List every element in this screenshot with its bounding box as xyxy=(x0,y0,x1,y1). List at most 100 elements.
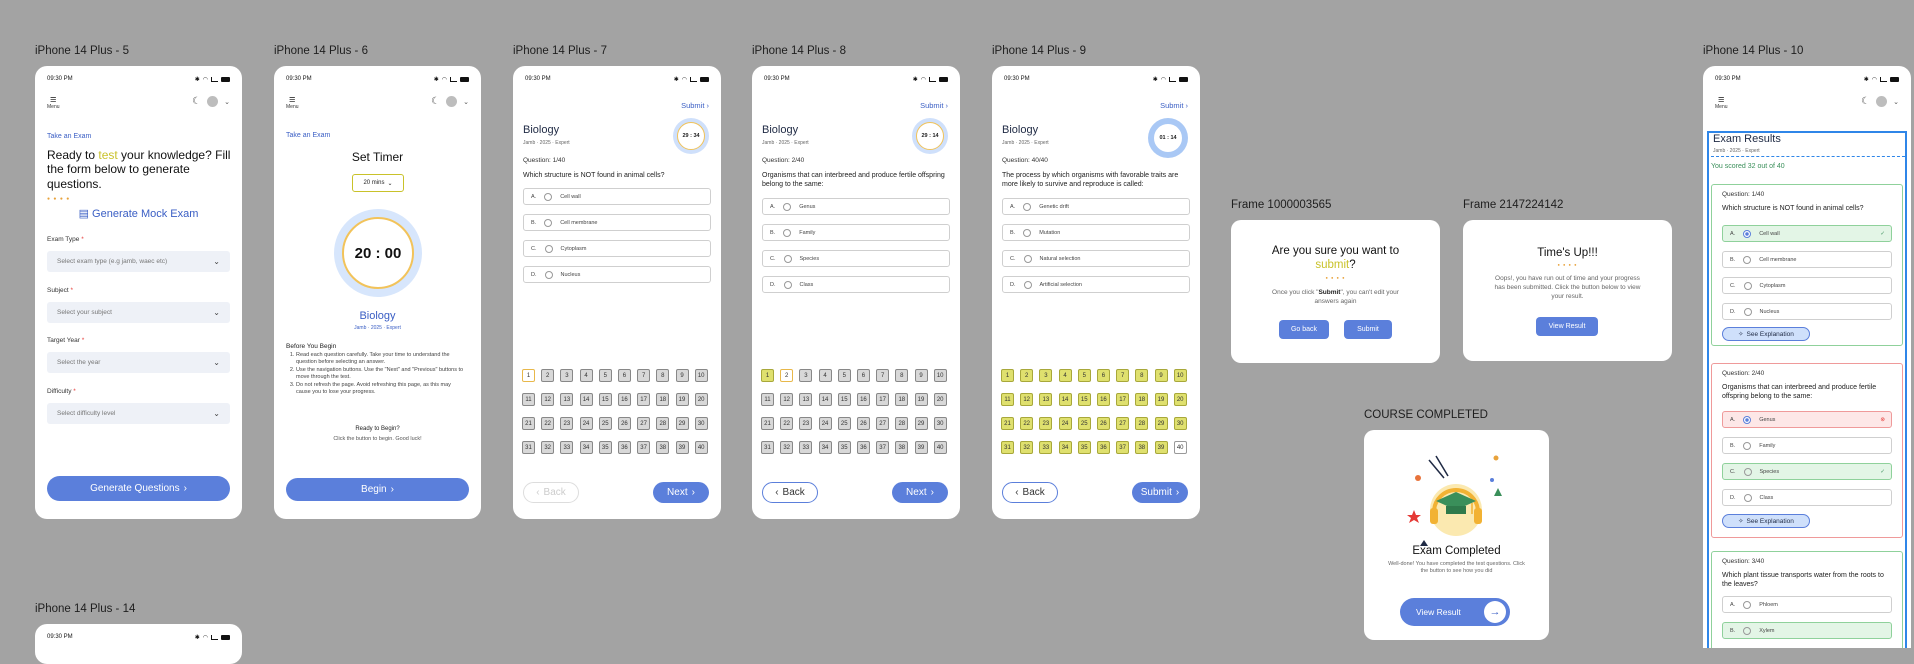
question-nav-cell[interactable]: 34 xyxy=(1058,441,1072,454)
option-a[interactable]: A. Genetic drift xyxy=(1002,198,1190,215)
question-nav-cell[interactable]: 29 xyxy=(1154,417,1168,430)
question-nav-cell[interactable]: 10 xyxy=(694,369,708,382)
moon-icon[interactable]: ☾ xyxy=(192,96,201,107)
question-nav-cell[interactable]: 30 xyxy=(1173,417,1187,430)
question-nav-cell[interactable]: 14 xyxy=(579,393,593,406)
avatar[interactable] xyxy=(207,96,219,107)
back-button[interactable]: ‹ Back xyxy=(523,482,579,503)
question-nav-cell[interactable]: 11 xyxy=(522,393,535,406)
question-nav-cell[interactable]: 13 xyxy=(560,393,574,406)
question-nav-cell[interactable]: 26 xyxy=(1096,417,1110,430)
question-nav-cell[interactable]: 15 xyxy=(1077,393,1091,406)
difficulty-select[interactable]: Select difficulty level ⌄ xyxy=(47,403,230,424)
question-nav-cell[interactable]: 25 xyxy=(837,417,851,430)
question-nav-cell[interactable]: 6 xyxy=(856,369,870,382)
submit-button[interactable]: Submit › xyxy=(1132,482,1188,503)
question-nav-cell[interactable]: 4 xyxy=(579,369,593,382)
question-nav-cell[interactable]: 21 xyxy=(522,417,535,430)
question-nav-cell[interactable]: 8 xyxy=(656,369,670,382)
question-nav-cell[interactable]: 27 xyxy=(637,417,651,430)
avatar[interactable] xyxy=(446,96,458,107)
option-a[interactable]: A. Cell wall xyxy=(523,188,711,205)
back-button[interactable]: ‹ Back xyxy=(1002,482,1058,503)
question-nav-cell[interactable]: 14 xyxy=(1058,393,1072,406)
question-nav-cell[interactable]: 40 xyxy=(1173,441,1187,454)
question-nav-cell[interactable]: 35 xyxy=(837,441,851,454)
submit-link[interactable]: Submit › xyxy=(681,101,709,110)
breadcrumb[interactable]: Take an Exam xyxy=(47,133,91,140)
question-nav-cell[interactable]: 1 xyxy=(522,369,535,382)
confirm-submit-button[interactable]: Submit xyxy=(1344,320,1392,339)
question-nav-cell[interactable]: 5 xyxy=(1077,369,1091,382)
question-nav-cell[interactable]: 7 xyxy=(1116,369,1130,382)
question-nav-cell[interactable]: 1 xyxy=(1001,369,1014,382)
question-nav-cell[interactable]: 9 xyxy=(1154,369,1168,382)
question-nav-cell[interactable]: 25 xyxy=(598,417,612,430)
question-nav-cell[interactable]: 39 xyxy=(914,441,928,454)
option-d[interactable]: D. Artificial selection xyxy=(1002,276,1190,293)
question-nav-cell[interactable]: 9 xyxy=(675,369,689,382)
menu-button[interactable]: ≡ Menu xyxy=(1715,95,1728,111)
option-b[interactable]: B. Mutation xyxy=(1002,224,1190,241)
question-nav-cell[interactable]: 23 xyxy=(1039,417,1053,430)
question-nav-cell[interactable]: 26 xyxy=(856,417,870,430)
question-nav-cell[interactable]: 31 xyxy=(522,441,535,454)
option-a[interactable]: A. Genus xyxy=(762,198,950,215)
view-result-button[interactable]: View Result → xyxy=(1400,598,1510,626)
chevron-down-icon[interactable]: ⌄ xyxy=(463,98,469,106)
question-nav-cell[interactable]: 8 xyxy=(895,369,909,382)
breadcrumb[interactable]: Take an Exam xyxy=(286,132,330,139)
question-nav-cell[interactable]: 27 xyxy=(1116,417,1130,430)
question-nav-cell[interactable]: 24 xyxy=(818,417,832,430)
question-nav-cell[interactable]: 39 xyxy=(675,441,689,454)
question-nav-cell[interactable]: 17 xyxy=(876,393,890,406)
question-nav-cell[interactable]: 38 xyxy=(1135,441,1149,454)
moon-icon[interactable]: ☾ xyxy=(1861,96,1870,107)
exam-type-select[interactable]: Select exam type (e.g jamb, waec etc) ⌄ xyxy=(47,251,230,272)
question-nav-cell[interactable]: 37 xyxy=(637,441,651,454)
question-nav-cell[interactable]: 10 xyxy=(1173,369,1187,382)
question-nav-cell[interactable]: 18 xyxy=(895,393,909,406)
view-result-button[interactable]: View Result xyxy=(1536,317,1598,336)
question-nav-cell[interactable]: 2 xyxy=(1020,369,1034,382)
question-nav-cell[interactable]: 23 xyxy=(560,417,574,430)
question-nav-cell[interactable]: 33 xyxy=(799,441,813,454)
question-nav-cell[interactable]: 11 xyxy=(761,393,774,406)
question-nav-cell[interactable]: 21 xyxy=(761,417,774,430)
option-c[interactable]: C. Natural selection xyxy=(1002,250,1190,267)
question-nav-cell[interactable]: 3 xyxy=(560,369,574,382)
question-nav-cell[interactable]: 21 xyxy=(1001,417,1014,430)
question-nav-cell[interactable]: 32 xyxy=(1020,441,1034,454)
question-nav-cell[interactable]: 17 xyxy=(1116,393,1130,406)
next-button[interactable]: Next › xyxy=(653,482,709,503)
question-nav-cell[interactable]: 18 xyxy=(1135,393,1149,406)
chevron-down-icon[interactable]: ⌄ xyxy=(1893,98,1899,106)
question-nav-cell[interactable]: 36 xyxy=(1096,441,1110,454)
question-nav-cell[interactable]: 22 xyxy=(780,417,794,430)
question-nav-cell[interactable]: 20 xyxy=(933,393,947,406)
question-nav-cell[interactable]: 15 xyxy=(598,393,612,406)
question-nav-cell[interactable]: 34 xyxy=(579,441,593,454)
question-nav-cell[interactable]: 13 xyxy=(1039,393,1053,406)
avatar[interactable] xyxy=(1876,96,1888,107)
question-nav-cell[interactable]: 9 xyxy=(914,369,928,382)
moon-icon[interactable]: ☾ xyxy=(431,96,440,107)
question-nav-cell[interactable]: 33 xyxy=(560,441,574,454)
option-b[interactable]: B. Cell membrane xyxy=(523,214,711,231)
question-nav-cell[interactable]: 32 xyxy=(541,441,555,454)
question-nav-cell[interactable]: 12 xyxy=(1020,393,1034,406)
begin-button[interactable]: Begin › xyxy=(286,478,469,501)
chevron-down-icon[interactable]: ⌄ xyxy=(224,98,230,106)
option-d[interactable]: D. Nucleus xyxy=(523,266,711,283)
question-nav-cell[interactable]: 11 xyxy=(1001,393,1014,406)
option-d[interactable]: D. Class xyxy=(762,276,950,293)
question-nav-cell[interactable]: 5 xyxy=(837,369,851,382)
question-nav-cell[interactable]: 20 xyxy=(1173,393,1187,406)
option-b[interactable]: B. Family xyxy=(762,224,950,241)
question-nav-cell[interactable]: 22 xyxy=(541,417,555,430)
question-nav-cell[interactable]: 24 xyxy=(1058,417,1072,430)
menu-button[interactable]: ≡ Menu xyxy=(286,95,299,111)
question-nav-cell[interactable]: 25 xyxy=(1077,417,1091,430)
question-nav-cell[interactable]: 20 xyxy=(694,393,708,406)
question-nav-cell[interactable]: 7 xyxy=(637,369,651,382)
